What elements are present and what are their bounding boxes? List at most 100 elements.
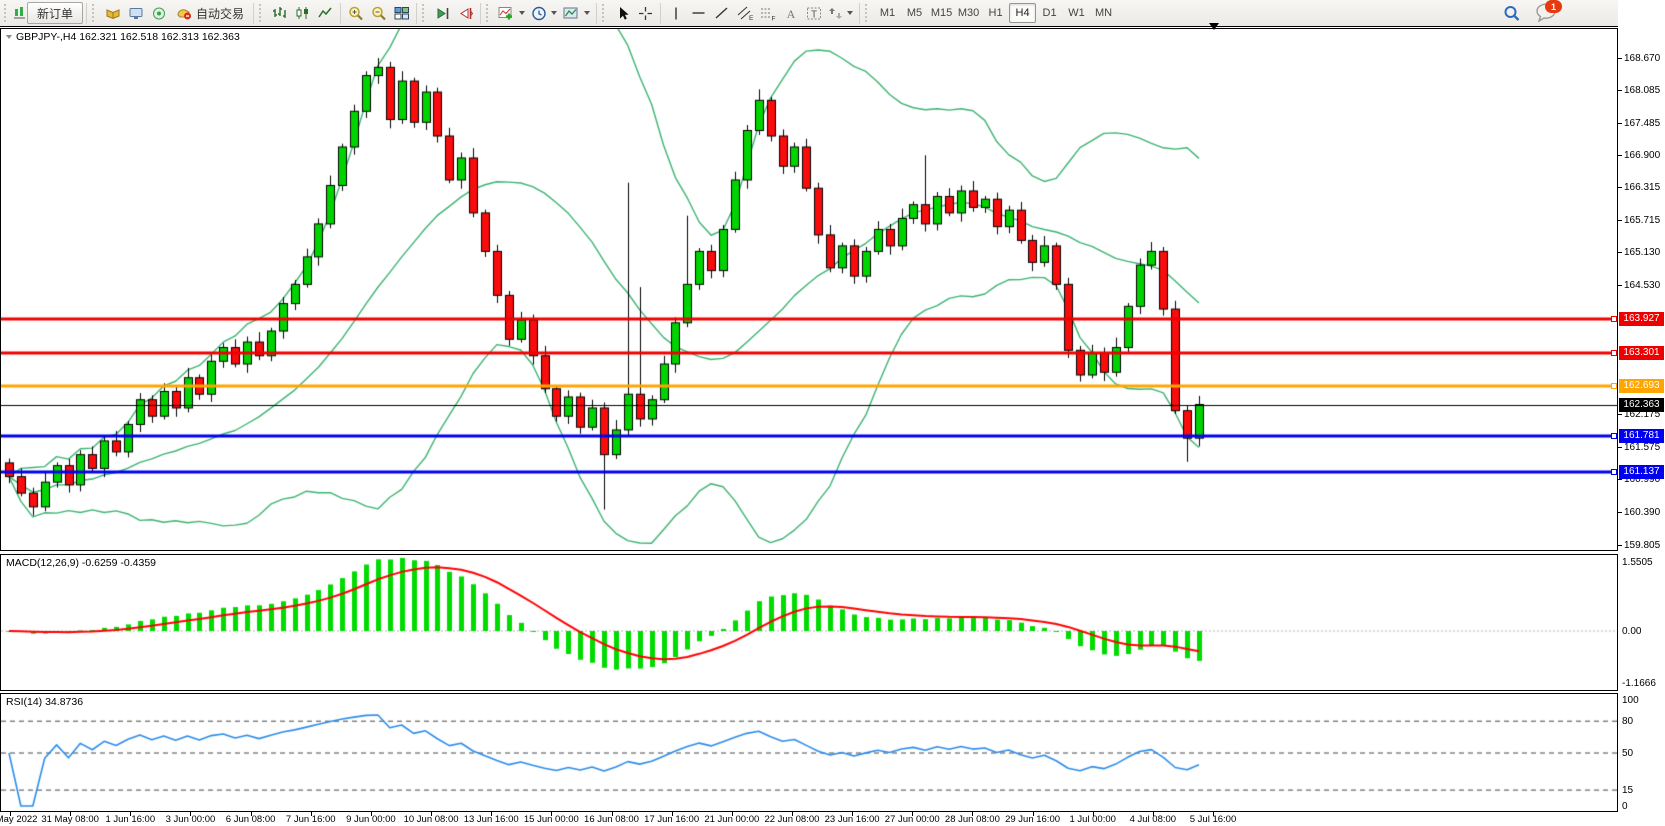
- chart-shift-button[interactable]: [454, 2, 477, 24]
- price-line-badge: 162.363: [1619, 398, 1664, 412]
- text-icon: A: [784, 6, 798, 21]
- main-chart-canvas[interactable]: [1, 29, 1617, 550]
- vertical-line-button[interactable]: [664, 2, 687, 24]
- macd-canvas[interactable]: [1, 555, 1617, 690]
- horizontal-line-button[interactable]: [687, 2, 710, 24]
- timeframe-M15[interactable]: M15: [928, 3, 955, 23]
- arrows-button[interactable]: [825, 2, 856, 24]
- zoom-in-button[interactable]: [344, 2, 367, 24]
- separator: [859, 3, 860, 24]
- zoom-in-icon: [348, 6, 364, 21]
- timeframe-group: M1M5M15M30H1H4D1W1MN: [874, 3, 1117, 23]
- templates-button[interactable]: [560, 2, 593, 24]
- new-order-button[interactable]: 新订单: [27, 2, 83, 24]
- signal-button[interactable]: [147, 2, 170, 24]
- trendline-icon: [714, 6, 729, 20]
- market-watch-icon: [105, 6, 121, 21]
- cursor-icon: [616, 6, 630, 21]
- chart-menu-caret-icon[interactable]: [6, 35, 12, 39]
- rsi-pane: RSI(14) 34.8736: [0, 693, 1618, 812]
- line-chart-button[interactable]: [314, 2, 337, 24]
- separator: [86, 3, 87, 24]
- toolbar-grip[interactable]: [865, 4, 871, 22]
- time-axis-label: 27 Jun 00:00: [885, 814, 940, 825]
- time-axis-label: 15 Jun 00:00: [524, 814, 579, 825]
- chart-title: GBPJPY-,H4 162.321 162.518 162.313 162.3…: [6, 31, 240, 43]
- toolbar-grip[interactable]: [4, 4, 10, 22]
- auto-scroll-button[interactable]: [431, 2, 454, 24]
- macd-pane: MACD(12,26,9) -0.6259 -0.4359: [0, 554, 1618, 691]
- price-line-marker-icon: [1611, 350, 1617, 356]
- periods-button[interactable]: [528, 2, 560, 24]
- price-axis[interactable]: 168.670168.085167.485166.900166.315165.7…: [1618, 0, 1665, 826]
- chart-title-text: GBPJPY-,H4 162.321 162.518 162.313 162.3…: [16, 31, 240, 43]
- toolbar-grip[interactable]: [602, 4, 608, 22]
- trendline-button[interactable]: [710, 2, 733, 24]
- timeframe-MN[interactable]: MN: [1090, 3, 1117, 23]
- rsi-canvas[interactable]: [1, 694, 1617, 811]
- candlestick-chart-button[interactable]: [291, 2, 314, 24]
- chart-shift-marker-icon[interactable]: [1209, 23, 1219, 30]
- chat-button[interactable]: 1: [1534, 2, 1558, 24]
- timeframe-H1[interactable]: H1: [982, 3, 1009, 23]
- chart-shift-icon: [458, 6, 474, 21]
- crosshair-icon: [638, 6, 653, 21]
- rsi-axis-tick: 100: [1618, 694, 1639, 707]
- market-watch-button[interactable]: [101, 2, 124, 24]
- auto-trading-icon: [176, 6, 193, 21]
- toolbar-grip[interactable]: [486, 4, 492, 22]
- text-label-button[interactable]: T: [802, 2, 825, 24]
- toolbar-grip[interactable]: [259, 4, 265, 22]
- candlestick-chart-icon: [295, 6, 310, 20]
- timeframe-D1[interactable]: D1: [1036, 3, 1063, 23]
- separator: [416, 3, 417, 24]
- data-window-button[interactable]: [124, 2, 147, 24]
- time-axis-label: 31 May 08:00: [41, 814, 99, 825]
- separator: [660, 3, 661, 24]
- time-axis-label: 13 Jun 16:00: [464, 814, 519, 825]
- timeframe-W1[interactable]: W1: [1063, 3, 1090, 23]
- text-button[interactable]: A: [779, 2, 802, 24]
- toolbar-grip[interactable]: [422, 4, 428, 22]
- zoom-out-button[interactable]: [367, 2, 390, 24]
- rsi-axis-tick: 0: [1618, 800, 1628, 813]
- time-axis-label: 23 Jun 16:00: [825, 814, 880, 825]
- price-line-marker-icon: [1611, 433, 1617, 439]
- timeframe-M30[interactable]: M30: [955, 3, 982, 23]
- price-axis-tick: 165.130: [1618, 246, 1660, 259]
- add-indicator-icon: [498, 6, 515, 21]
- time-axis-label: 1 Jun 16:00: [105, 814, 155, 825]
- time-axis-label: 5 Jul 16:00: [1190, 814, 1236, 825]
- price-line-marker-icon: [1611, 316, 1617, 322]
- price-axis-tick: 160.390: [1618, 506, 1660, 519]
- search-icon: [1503, 5, 1521, 22]
- bar-chart-button[interactable]: [268, 2, 291, 24]
- toolbar-grip[interactable]: [92, 4, 98, 22]
- timeframe-H4[interactable]: H4: [1009, 3, 1036, 23]
- timeframe-M5[interactable]: M5: [901, 3, 928, 23]
- price-axis-tick: 168.085: [1618, 84, 1660, 97]
- time-axis-label: 16 Jun 08:00: [584, 814, 639, 825]
- time-axis-label: 21 Jun 00:00: [704, 814, 759, 825]
- search-button[interactable]: [1500, 2, 1524, 24]
- time-axis[interactable]: 30 May 202231 May 08:001 Jun 16:003 Jun …: [0, 812, 1618, 826]
- fibonacci-button[interactable]: F: [756, 2, 779, 24]
- timeframe-M1[interactable]: M1: [874, 3, 901, 23]
- time-axis-label: 4 Jul 08:00: [1130, 814, 1176, 825]
- crosshair-button[interactable]: [634, 2, 657, 24]
- add-indicator-button[interactable]: [495, 2, 528, 24]
- time-axis-label: 28 Jun 08:00: [945, 814, 1000, 825]
- macd-axis-tick: 0.00: [1618, 625, 1641, 638]
- price-axis-tick: 166.315: [1618, 181, 1660, 194]
- tile-windows-button[interactable]: [390, 2, 413, 24]
- line-chart-icon: [318, 6, 333, 20]
- price-axis-tick: 159.805: [1618, 539, 1660, 552]
- equidistant-channel-button[interactable]: E: [733, 2, 756, 24]
- auto-trading-button[interactable]: 自动交易: [170, 2, 250, 24]
- data-window-icon: [128, 6, 144, 21]
- time-axis-label: 30 May 2022: [0, 814, 37, 825]
- fibo-letter: F: [771, 15, 775, 21]
- chart-window-icon: [13, 6, 27, 20]
- cursor-button[interactable]: [611, 2, 634, 24]
- vertical-line-icon: [670, 6, 682, 21]
